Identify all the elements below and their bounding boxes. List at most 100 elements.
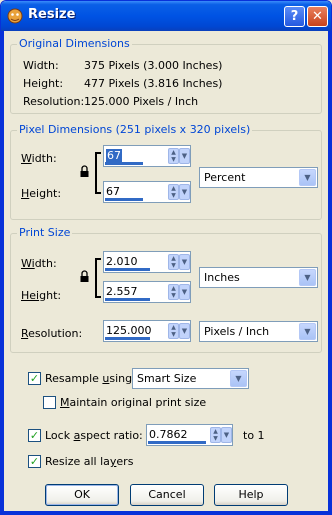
resize-all-layers-checkbox[interactable]: ✓ bbox=[28, 455, 41, 468]
print-resolution-label: Resolution: bbox=[21, 327, 82, 340]
spinner-arrows[interactable]: ▲ ▼ ▼ bbox=[168, 252, 190, 272]
spinner-arrows[interactable]: ▲ ▼ ▼ bbox=[210, 425, 232, 445]
resample-label[interactable]: Resample using: bbox=[45, 372, 136, 385]
spinner-slider-bar[interactable] bbox=[105, 337, 150, 340]
label-text: Resample bbox=[45, 372, 103, 385]
dropdown-arrow-icon[interactable]: ▼ bbox=[179, 254, 190, 270]
label-mnemonic: M bbox=[60, 396, 70, 409]
spinner-slider-bar[interactable] bbox=[105, 198, 143, 201]
chevron-down-icon[interactable]: ▼ bbox=[299, 169, 316, 186]
dropdown-arrow-icon[interactable]: ▼ bbox=[221, 427, 232, 443]
close-button[interactable]: ✕ bbox=[307, 6, 328, 27]
spinner-value[interactable]: 2.010 bbox=[106, 255, 138, 268]
checkmark-icon: ✓ bbox=[29, 429, 40, 442]
lock-aspect-checkbox[interactable]: ✓ bbox=[28, 429, 41, 442]
pixel-height-spinner[interactable]: 67 ▲ ▼ ▼ bbox=[103, 181, 191, 203]
spinner-arrows[interactable]: ▲ ▼ ▼ bbox=[168, 146, 190, 166]
original-height-label: Height: bbox=[23, 77, 64, 90]
maintain-print-size-checkbox[interactable] bbox=[43, 396, 56, 409]
select-value: Inches bbox=[204, 271, 240, 284]
pixel-width-label: Width: bbox=[21, 152, 57, 165]
label-text: aintain original print size bbox=[69, 396, 207, 409]
title-bar[interactable]: Resize ? ✕ bbox=[1, 1, 331, 31]
checkmark-icon: ✓ bbox=[29, 372, 40, 385]
resize-dialog: Resize ? ✕ Original Dimensions Width: 37… bbox=[0, 0, 332, 515]
print-width-spinner[interactable]: 2.010 ▲ ▼ ▼ bbox=[103, 251, 191, 273]
dropdown-arrow-icon[interactable]: ▼ bbox=[179, 184, 190, 200]
label-text: ers bbox=[116, 455, 134, 468]
spinner-slider-bar[interactable] bbox=[105, 162, 143, 165]
dropdown-arrow-icon[interactable]: ▼ bbox=[179, 323, 190, 339]
help-button[interactable]: Help bbox=[214, 484, 288, 506]
resolution-units-select[interactable]: Pixels / Inch ▼ bbox=[199, 321, 318, 342]
ok-button[interactable]: OK bbox=[45, 484, 119, 506]
label-text: eight: bbox=[29, 187, 62, 200]
label-text: ght: bbox=[39, 289, 62, 302]
link-bracket bbox=[95, 152, 101, 194]
window-title: Resize bbox=[28, 7, 76, 22]
spinner-arrows[interactable]: ▲ ▼ ▼ bbox=[168, 321, 190, 341]
original-width-label: Width: bbox=[23, 59, 59, 72]
resize-all-layers-label[interactable]: Resize all layers bbox=[45, 455, 133, 468]
label-text: idth: bbox=[31, 152, 57, 165]
lock-icon bbox=[80, 270, 89, 282]
spinner-value[interactable]: 125.000 bbox=[106, 324, 152, 337]
label-text: Resize all la bbox=[45, 455, 110, 468]
aspect-ratio-spinner[interactable]: 0.7862 ▲ ▼ ▼ bbox=[146, 424, 233, 446]
up-down-arrows-icon[interactable]: ▲ ▼ bbox=[168, 284, 179, 300]
label-text: dth: bbox=[34, 257, 57, 270]
print-size-group: Print Size Width: Height: 2.010 ▲ ▼ ▼ 2.55… bbox=[10, 226, 322, 353]
lock-aspect-label[interactable]: Lock aspect ratio: bbox=[45, 429, 143, 442]
up-down-arrows-icon[interactable]: ▲ ▼ bbox=[168, 254, 179, 270]
print-resolution-spinner[interactable]: 125.000 ▲ ▼ ▼ bbox=[103, 320, 191, 342]
window-border-bottom bbox=[1, 511, 331, 514]
chevron-down-icon[interactable]: ▼ bbox=[230, 370, 247, 387]
label-text: Lock bbox=[45, 429, 74, 442]
dropdown-arrow-icon[interactable]: ▼ bbox=[179, 148, 190, 164]
link-bracket bbox=[95, 258, 101, 298]
spinner-arrows[interactable]: ▲ ▼ ▼ bbox=[168, 282, 190, 302]
cancel-button[interactable]: Cancel bbox=[130, 484, 204, 506]
checkmark-icon: ✓ bbox=[29, 455, 40, 468]
spinner-value[interactable]: 67 bbox=[106, 149, 122, 162]
up-down-arrows-icon[interactable]: ▲ ▼ bbox=[168, 184, 179, 200]
up-down-arrows-icon[interactable]: ▲ ▼ bbox=[210, 427, 221, 443]
group-title: Print Size bbox=[17, 226, 73, 239]
dropdown-arrow-icon[interactable]: ▼ bbox=[179, 284, 190, 300]
select-value: Smart Size bbox=[137, 372, 197, 385]
pixel-dimensions-group: Pixel Dimensions (251 pixels x 320 pixel… bbox=[10, 123, 322, 220]
original-width-value: 375 Pixels (3.000 Inches) bbox=[84, 59, 223, 72]
label-mnemonic: Wi bbox=[21, 257, 35, 270]
label-mnemonic: W bbox=[21, 152, 32, 165]
spinner-arrows[interactable]: ▲ ▼ ▼ bbox=[168, 182, 190, 202]
chevron-down-icon[interactable]: ▼ bbox=[299, 323, 316, 340]
spinner-value[interactable]: 2.557 bbox=[106, 285, 138, 298]
up-down-arrows-icon[interactable]: ▲ ▼ bbox=[168, 148, 179, 164]
spinner-value[interactable]: 0.7862 bbox=[149, 428, 188, 441]
print-height-spinner[interactable]: 2.557 ▲ ▼ ▼ bbox=[103, 281, 191, 303]
original-height-value: 477 Pixels (3.816 Inches) bbox=[84, 77, 223, 90]
label-mnemonic: Hei bbox=[21, 289, 40, 302]
up-down-arrows-icon[interactable]: ▲ ▼ bbox=[168, 323, 179, 339]
lock-icon bbox=[80, 165, 89, 177]
title-help-button[interactable]: ? bbox=[284, 6, 305, 27]
label-text: spect ratio: bbox=[80, 429, 143, 442]
pixel-units-select[interactable]: Percent ▼ bbox=[199, 167, 318, 188]
window-border-right bbox=[328, 31, 331, 514]
spinner-slider-bar[interactable] bbox=[105, 298, 150, 301]
original-resolution-label: Resolution: bbox=[23, 95, 85, 108]
app-icon bbox=[7, 8, 23, 24]
resample-method-select[interactable]: Smart Size ▼ bbox=[132, 368, 249, 389]
spinner-slider-bar[interactable] bbox=[148, 441, 206, 444]
resample-checkbox[interactable]: ✓ bbox=[28, 372, 41, 385]
print-width-label: Width: bbox=[21, 257, 57, 270]
spinner-value[interactable]: 67 bbox=[106, 185, 120, 198]
print-units-select[interactable]: Inches ▼ bbox=[199, 267, 318, 288]
pixel-height-label: Height: bbox=[21, 187, 61, 200]
group-title: Pixel Dimensions (251 pixels x 320 pixel… bbox=[17, 123, 253, 136]
spinner-slider-bar[interactable] bbox=[105, 268, 150, 271]
group-title: Original Dimensions bbox=[17, 37, 132, 50]
pixel-width-spinner[interactable]: 67 ▲ ▼ ▼ bbox=[103, 145, 191, 167]
maintain-print-size-label[interactable]: Maintain original print size bbox=[60, 396, 206, 409]
chevron-down-icon[interactable]: ▼ bbox=[299, 269, 316, 286]
